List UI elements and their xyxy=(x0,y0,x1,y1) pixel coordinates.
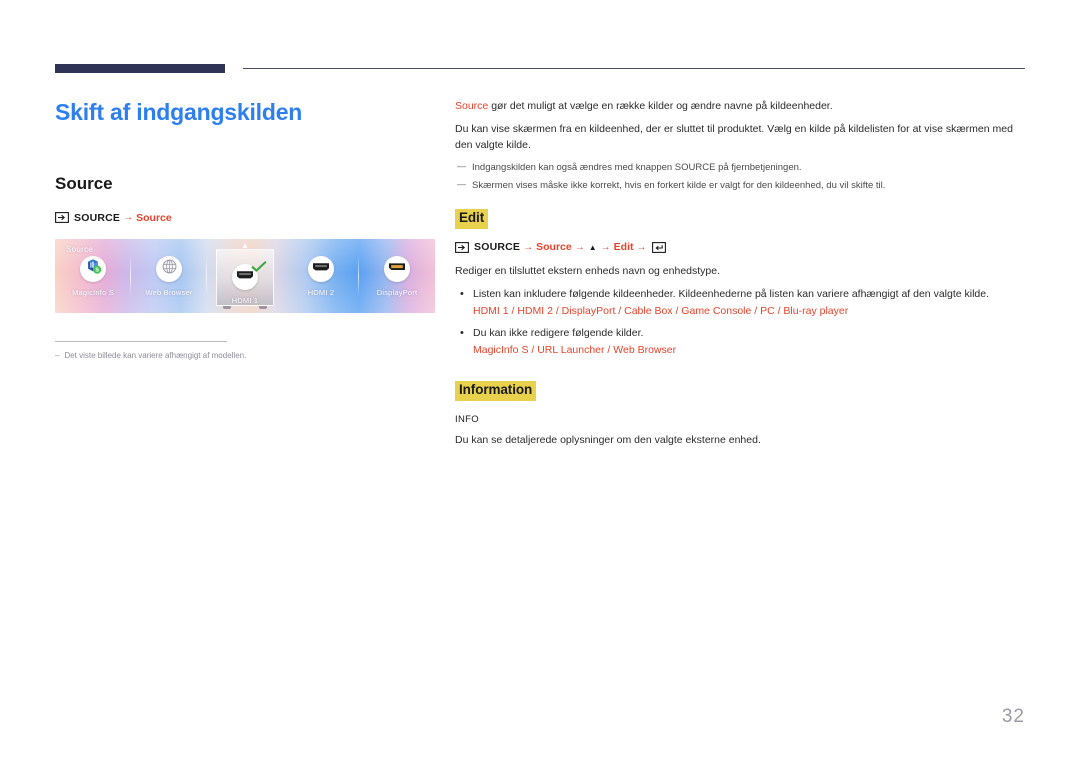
bullet-text: Listen kan inkludere følgende kildeenhed… xyxy=(473,288,990,301)
source-tile-label: HDMI 1 xyxy=(231,295,259,305)
navigation-path-source: SOURCE → Source xyxy=(55,194,435,224)
note-text: Indgangskilden kan også ændres med knapp… xyxy=(472,161,802,173)
source-tile-web-browser[interactable]: Web Browser xyxy=(131,239,207,313)
section-heading-source: Source xyxy=(55,173,113,193)
source-tile-displayport[interactable]: DisplayPort xyxy=(359,239,435,313)
nav-arrow-icon: → xyxy=(600,241,611,253)
right-column: Source gør det muligt at vælge en række … xyxy=(455,99,1027,455)
page-number: 32 xyxy=(1001,706,1025,727)
selected-tile-stand xyxy=(223,305,267,309)
nav-target-source: Source xyxy=(136,211,172,224)
hdmi-port-icon xyxy=(311,260,331,278)
note-item: — Skærmen vises måske ikke korrekt, hvis… xyxy=(455,179,1027,193)
nav-step-source: Source xyxy=(536,241,572,254)
footnote-rule xyxy=(55,340,227,342)
figure-footnote: – Det viste billede kan variere afhængig… xyxy=(55,350,435,361)
bullet-source-list: HDMI 1 / HDMI 2 / DisplayPort / Cable Bo… xyxy=(473,305,849,318)
footnote-dash: – xyxy=(55,350,60,360)
info-label: INFO xyxy=(455,413,479,425)
footnote-text: Det viste billede kan variere afhængigt … xyxy=(64,350,247,360)
information-heading: Information xyxy=(455,380,537,401)
source-tile-icon-wrap xyxy=(384,255,410,282)
note-item: — Indgangskilden kan også ændres med kna… xyxy=(455,161,1027,175)
list-item: Du kan ikke redigere følgende kilder. Ma… xyxy=(455,325,1027,358)
source-tile-hdmi-2[interactable]: HDMI 2 xyxy=(283,239,359,313)
edit-bullet-list: Listen kan inkludere følgende kildeenhed… xyxy=(455,286,1027,358)
chevron-up-icon[interactable]: ▲ xyxy=(241,241,249,250)
source-items-row: S MagicInfo S Web Browser ▲ HDMI 1 HDMI … xyxy=(55,239,435,313)
intro-lead-term: Source xyxy=(455,100,489,112)
source-tile-label: HDMI 2 xyxy=(307,287,335,297)
source-tile-magicinfo-s[interactable]: S MagicInfo S xyxy=(55,239,131,313)
check-icon xyxy=(251,260,267,278)
nav-arrow-icon: → xyxy=(523,241,534,253)
source-tile-icon-wrap: S xyxy=(80,255,106,282)
navigation-path-edit: SOURCE → Source → ▲ → Edit → xyxy=(455,229,1027,253)
source-tile-label: DisplayPort xyxy=(376,287,418,297)
note-dash: — xyxy=(457,179,466,190)
header-accent-bar xyxy=(55,64,225,73)
svg-text:S: S xyxy=(95,268,99,274)
edit-section: Edit SOURCE → Source → ▲ → Edit → Redige… xyxy=(455,209,1027,358)
magicinfo-cube-icon: S xyxy=(84,257,102,280)
triangle-up-icon: ▲ xyxy=(588,242,597,252)
header-divider-line xyxy=(243,68,1025,69)
intro-lead-paragraph: Source gør det muligt at vælge en række … xyxy=(455,99,1027,115)
nav-arrow-icon: → xyxy=(574,241,585,253)
page-title: Skift af indgangskilden xyxy=(55,99,303,125)
source-input-icon xyxy=(55,212,69,224)
source-tile-icon-wrap xyxy=(308,255,334,282)
nav-button-label: SOURCE xyxy=(474,241,521,254)
source-tile-hdmi-1[interactable]: ▲ HDMI 1 xyxy=(207,239,283,313)
source-tile-label: Web Browser xyxy=(145,287,193,297)
information-section: Information INFO Du kan se detaljerede o… xyxy=(455,380,1027,449)
displayport-port-icon xyxy=(387,260,407,278)
source-bar-figure: Source S MagicInfo S Web Browser ▲ HDMI … xyxy=(55,238,435,313)
source-input-icon xyxy=(455,241,469,253)
edit-heading: Edit xyxy=(455,209,489,230)
nav-arrow-icon: → xyxy=(123,212,134,224)
nav-arrow-icon: → xyxy=(636,241,647,253)
edit-description: Rediger en tilsluttet ekstern enheds nav… xyxy=(455,265,721,278)
intro-paragraph: Du kan vise skærmen fra en kildeenhed, d… xyxy=(455,122,1013,151)
selected-tile-content: HDMI 1 xyxy=(231,247,267,305)
bullet-text: Du kan ikke redigere følgende kilder. xyxy=(473,327,644,340)
globe-icon xyxy=(161,258,178,280)
left-column: Skift af indgangskilden Source SOURCE → … xyxy=(55,95,435,361)
source-tile-icon-wrap xyxy=(156,255,182,282)
list-item: Listen kan inkludere følgende kildeenhed… xyxy=(455,286,1027,319)
intro-lead-rest: gør det muligt at vælge en række kilder … xyxy=(488,100,833,112)
note-dash: — xyxy=(457,160,466,171)
page-header-rules xyxy=(0,0,1080,80)
nav-button-label: SOURCE xyxy=(74,211,121,224)
nav-step-edit: Edit xyxy=(613,241,634,254)
note-text: Skærmen vises måske ikke korrekt, hvis e… xyxy=(472,180,886,192)
source-tile-label: MagicInfo S xyxy=(72,287,114,297)
information-description: Du kan se detaljerede oplysninger om den… xyxy=(455,433,761,446)
source-tile-icon-wrap xyxy=(232,261,267,290)
bullet-source-list: MagicInfo S / URL Launcher / Web Browser xyxy=(473,344,677,357)
enter-key-icon xyxy=(651,241,666,253)
